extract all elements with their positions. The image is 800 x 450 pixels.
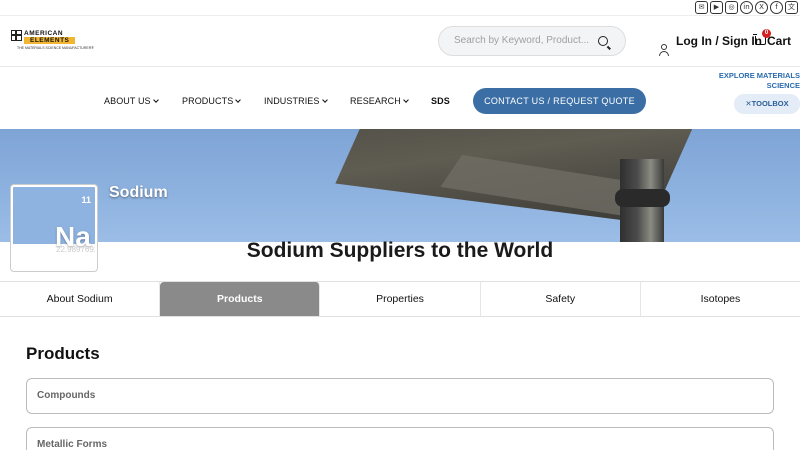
explore-materials-science-link[interactable]: EXPLORE MATERIALS SCIENCE (710, 71, 800, 90)
page-title: Sodium Suppliers to the World (246, 239, 554, 262)
accordion-metallic-forms[interactable]: Metallic Forms (26, 427, 774, 450)
logo-mark-icon (11, 30, 22, 41)
nav-products-label: PRODUCTS (182, 96, 234, 106)
nav-products[interactable]: PRODUCTS (182, 96, 242, 106)
nav-research[interactable]: RESEARCH (350, 96, 409, 106)
nav-industries[interactable]: INDUSTRIES (264, 96, 328, 106)
chevron-down-icon (235, 97, 242, 103)
user-icon[interactable] (659, 44, 669, 56)
cart-label: Cart (767, 34, 792, 48)
hero-banner: Sodium (0, 129, 800, 242)
nav-research-label: RESEARCH (350, 96, 401, 106)
main-nav: ABOUT US PRODUCTS INDUSTRIES RESEARCH SD… (0, 68, 800, 130)
login-link[interactable]: Log In / Sign In (676, 34, 762, 48)
toolbox-label: TOOLBOX (751, 99, 789, 108)
nav-about-us-label: ABOUT US (104, 96, 151, 106)
social-strip: ✉ ▶ ◎ in X f 文 (0, 0, 800, 16)
section-title: Products (26, 344, 100, 363)
tab-properties[interactable]: Properties (320, 282, 481, 316)
search-icon[interactable] (598, 36, 608, 46)
logo-word-elements: ELEMENTS (24, 37, 76, 44)
logo-word-american: AMERICAN (24, 30, 64, 37)
cart-link[interactable]: 0 Cart (753, 29, 792, 48)
hero-pole-clamp (615, 189, 670, 207)
nav-about-us[interactable]: ABOUT US (104, 96, 159, 106)
products-section: Products Compounds Metallic Forms (0, 318, 800, 450)
cart-count-badge: 0 (762, 29, 771, 38)
chevron-down-icon (402, 97, 409, 103)
tab-about-sodium[interactable]: About Sodium (0, 282, 161, 316)
email-icon[interactable]: ✉ (695, 1, 708, 14)
chevron-down-icon (152, 97, 159, 103)
tab-isotopes[interactable]: Isotopes (640, 282, 800, 316)
nav-industries-label: INDUSTRIES (264, 96, 320, 106)
search-box (438, 26, 626, 56)
instagram-icon[interactable]: ◎ (725, 1, 738, 14)
facebook-icon[interactable]: f (770, 1, 783, 14)
tab-bar: About Sodium Products Properties Safety … (0, 281, 800, 317)
youtube-icon[interactable]: ▶ (710, 1, 723, 14)
accordion-compounds[interactable]: Compounds (26, 378, 774, 414)
x-icon[interactable]: X (755, 1, 768, 14)
search-input[interactable] (454, 35, 589, 46)
site-header: AMERICAN ELEMENTS THE MATERIALS SCIENCE … (0, 17, 800, 67)
logo-tagline: THE MATERIALS SCIENCE MANUFACTURER® (17, 46, 94, 50)
linkedin-icon[interactable]: in (740, 1, 753, 14)
contact-us-button[interactable]: CONTACT US / REQUEST QUOTE (473, 88, 646, 114)
chevron-down-icon (321, 97, 328, 103)
hero-title: Sodium (109, 184, 168, 201)
tab-safety[interactable]: Safety (480, 282, 641, 316)
toolbox-button[interactable]: ✕TOOLBOX (734, 94, 800, 114)
american-elements-logo[interactable]: AMERICAN ELEMENTS THE MATERIALS SCIENCE … (11, 30, 97, 54)
nav-sds[interactable]: SDS (431, 96, 450, 106)
tab-products[interactable]: Products (160, 282, 321, 316)
atomic-number: 11 (81, 195, 91, 205)
translate-icon[interactable]: 文 (785, 1, 798, 14)
page: ✉ ▶ ◎ in X f 文 AMERICAN ELEMENTS THE MAT… (0, 0, 800, 450)
